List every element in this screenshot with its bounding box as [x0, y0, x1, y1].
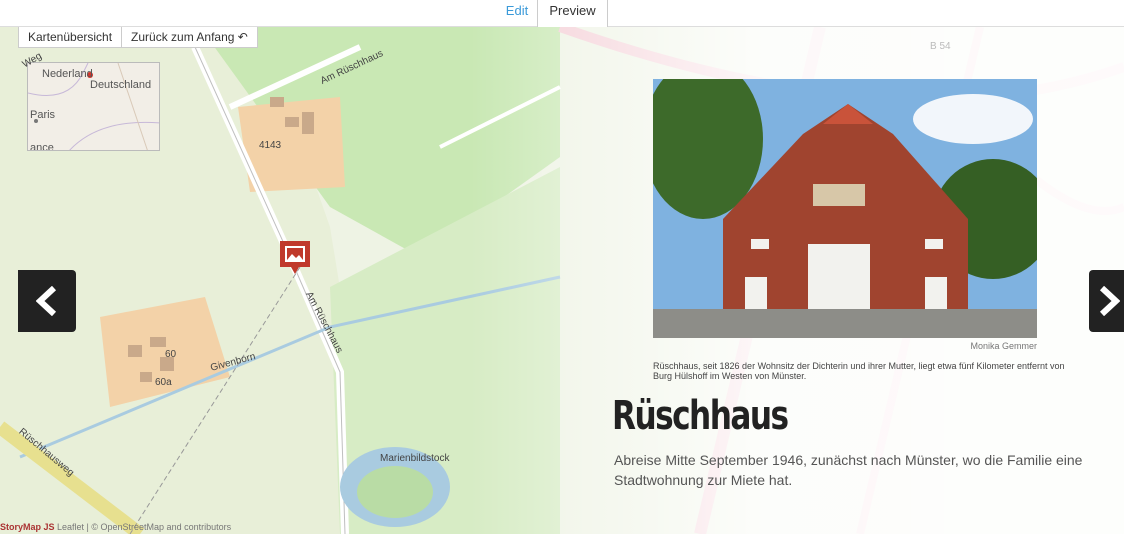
tab-edit[interactable]: Edit [497, 0, 537, 27]
minimap-label-netherlands: Nederland [42, 68, 93, 80]
map-view[interactable]: Kartenübersicht Zurück zum Anfang ↶ Nede… [0, 27, 1124, 534]
next-slide-button[interactable] [1089, 270, 1124, 332]
slide-title: Rüschhaus [612, 393, 789, 439]
back-to-start-button[interactable]: Zurück zum Anfang ↶ [121, 27, 257, 47]
chevron-right-icon [1099, 286, 1120, 316]
map-control-buttons: Kartenübersicht Zurück zum Anfang ↶ [18, 27, 258, 48]
minimap-label-germany: Deutschland [90, 79, 152, 91]
storymap-editor: Edit Preview Kartenübersicht Zurück zum … [0, 0, 1124, 534]
slide-photo [653, 79, 1037, 338]
house-number-60a: 60a [155, 377, 172, 388]
chevron-left-icon [36, 286, 57, 316]
slide-description: Abreise Mitte September 1946, zunächst n… [614, 452, 1083, 488]
editor-tab-bar: Edit Preview [0, 0, 1124, 28]
tab-preview[interactable]: Preview [537, 0, 608, 28]
map-attribution: StoryMap JS Leaflet | © OpenStreetMap an… [0, 522, 460, 534]
overview-minimap[interactable]: Nederland Deutschland Paris ance [27, 62, 160, 151]
poi-label-marienbildstock: Marienbildstock [380, 453, 450, 464]
photo-credit: Monika Gemmer [970, 341, 1037, 351]
previous-slide-button[interactable] [18, 270, 76, 332]
image-marker-icon[interactable] [278, 239, 312, 275]
back-to-start-label: Zurück zum Anfang [131, 30, 235, 44]
back-arrow-icon: ↶ [237, 30, 248, 44]
minimap-label-france: ance [30, 142, 54, 151]
house-number-43: 43 [270, 140, 282, 151]
minimap-label-paris: Paris [30, 109, 56, 121]
house-number-41: 41 [259, 140, 271, 151]
house-number-60: 60 [165, 349, 177, 360]
photo-caption: Rüschhaus, seit 1826 der Wohnsitz der Di… [653, 361, 1065, 381]
attribution-text[interactable]: Leaflet | © OpenStreetMap and contributo… [57, 522, 231, 532]
overview-button[interactable]: Kartenübersicht [19, 27, 121, 47]
storymap-brand[interactable]: StoryMap JS [0, 522, 55, 532]
slide-content: Monika Gemmer Rüschhaus, seit 1826 der W… [612, 27, 1092, 534]
